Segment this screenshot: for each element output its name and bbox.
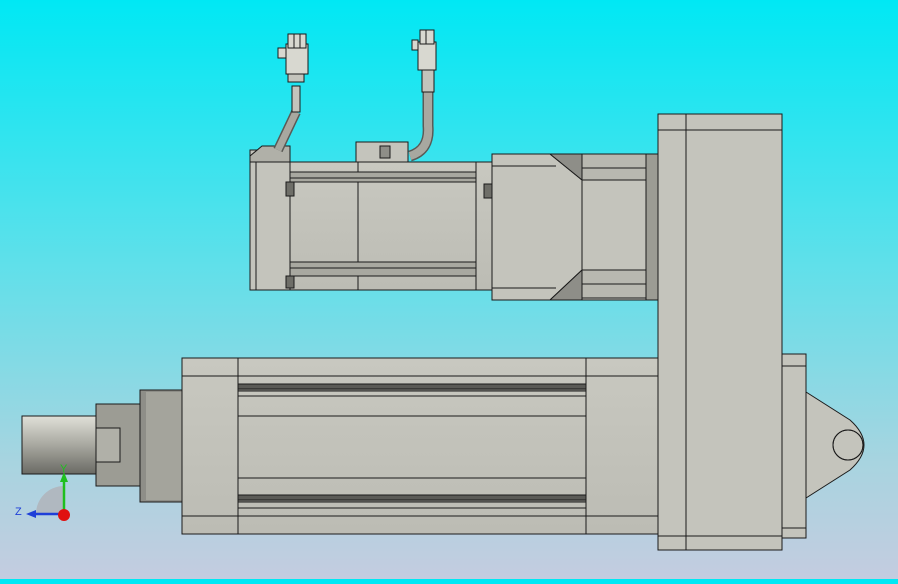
actuator-barrel bbox=[181, 357, 667, 535]
pulley-housing bbox=[657, 113, 783, 551]
z-axis-arrow bbox=[26, 510, 36, 518]
motor-connector-block bbox=[355, 141, 409, 163]
y-axis-label: Y bbox=[60, 463, 68, 475]
cad-viewport[interactable]: Y Z bbox=[0, 0, 898, 579]
servo-motor-body bbox=[249, 145, 493, 291]
motor-flange-adapter bbox=[581, 153, 659, 301]
rear-clevis-mount bbox=[779, 353, 865, 539]
actuator-rod-end bbox=[21, 389, 185, 503]
power-cable bbox=[273, 33, 309, 153]
x-axis-dot bbox=[58, 509, 70, 521]
motor-gearbox bbox=[491, 153, 583, 301]
model-drawing[interactable]: Y Z bbox=[0, 0, 898, 579]
encoder-cable bbox=[408, 29, 437, 162]
z-axis-label: Z bbox=[15, 506, 22, 518]
triad-arc bbox=[36, 486, 64, 514]
